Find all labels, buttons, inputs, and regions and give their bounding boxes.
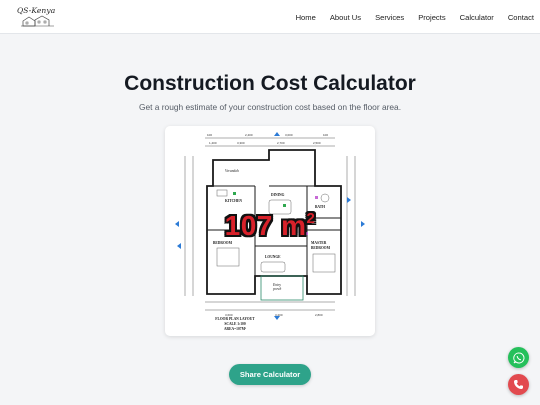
page-subtitle: Get a rough estimate of your constructio… — [138, 102, 402, 112]
svg-text:2,800: 2,800 — [315, 313, 323, 317]
svg-text:3,300: 3,300 — [237, 141, 245, 145]
svg-text:100: 100 — [323, 133, 328, 137]
svg-text:2,500: 2,500 — [313, 141, 321, 145]
area-exp: 2 — [306, 210, 316, 227]
phone-icon — [514, 380, 523, 389]
svg-text:2,400: 2,400 — [245, 133, 253, 137]
svg-text:BATH: BATH — [315, 205, 325, 209]
area-value: 107 — [224, 210, 273, 241]
plan-caption-3: AREA=107M² — [224, 327, 246, 331]
logo-text: QS-Kenya — [17, 6, 56, 15]
nav-about-us[interactable]: About Us — [330, 13, 361, 22]
svg-text:LOUNGE: LOUNGE — [265, 255, 281, 259]
svg-text:3,000: 3,000 — [285, 133, 293, 137]
svg-text:KITCHEN: KITCHEN — [225, 199, 242, 203]
share-calculator-button[interactable]: Share Calculator — [229, 364, 311, 385]
area-unit: m — [281, 210, 307, 241]
main-nav: Home About Us Services Projects Calculat… — [296, 0, 534, 34]
svg-text:100: 100 — [207, 133, 212, 137]
whatsapp-button[interactable] — [508, 347, 529, 368]
site-logo[interactable]: QS-Kenya — [17, 5, 59, 29]
nav-services[interactable]: Services — [375, 13, 404, 22]
nav-calculator[interactable]: Calculator — [460, 13, 494, 22]
phone-button[interactable] — [508, 374, 529, 395]
site-header: QS-Kenya Home About Us Services Projects… — [0, 0, 540, 34]
area-badge: 107 m2 — [200, 210, 340, 242]
nav-projects[interactable]: Projects — [418, 13, 445, 22]
house-logo-icon — [21, 15, 54, 27]
svg-text:DINING: DINING — [271, 193, 285, 197]
nav-home[interactable]: Home — [296, 13, 316, 22]
floor-plan-card: 100 2,400 3,000 100 1,400 3,300 2,700 2,500 3,… — [165, 126, 375, 336]
plan-caption-1: FLOOR PLAN LAYOUT — [215, 317, 255, 321]
page-title: Construction Cost Calculator — [124, 72, 416, 95]
svg-text:Verandah: Verandah — [225, 169, 239, 173]
nav-contact[interactable]: Contact — [508, 13, 534, 22]
svg-text:BEDROOM: BEDROOM — [311, 246, 331, 250]
whatsapp-icon — [512, 351, 524, 363]
svg-text:1,400: 1,400 — [209, 141, 217, 145]
svg-text:porch: porch — [272, 287, 281, 291]
plan-caption-2: SCALE 1:100 — [224, 322, 245, 326]
svg-text:2,700: 2,700 — [277, 141, 285, 145]
